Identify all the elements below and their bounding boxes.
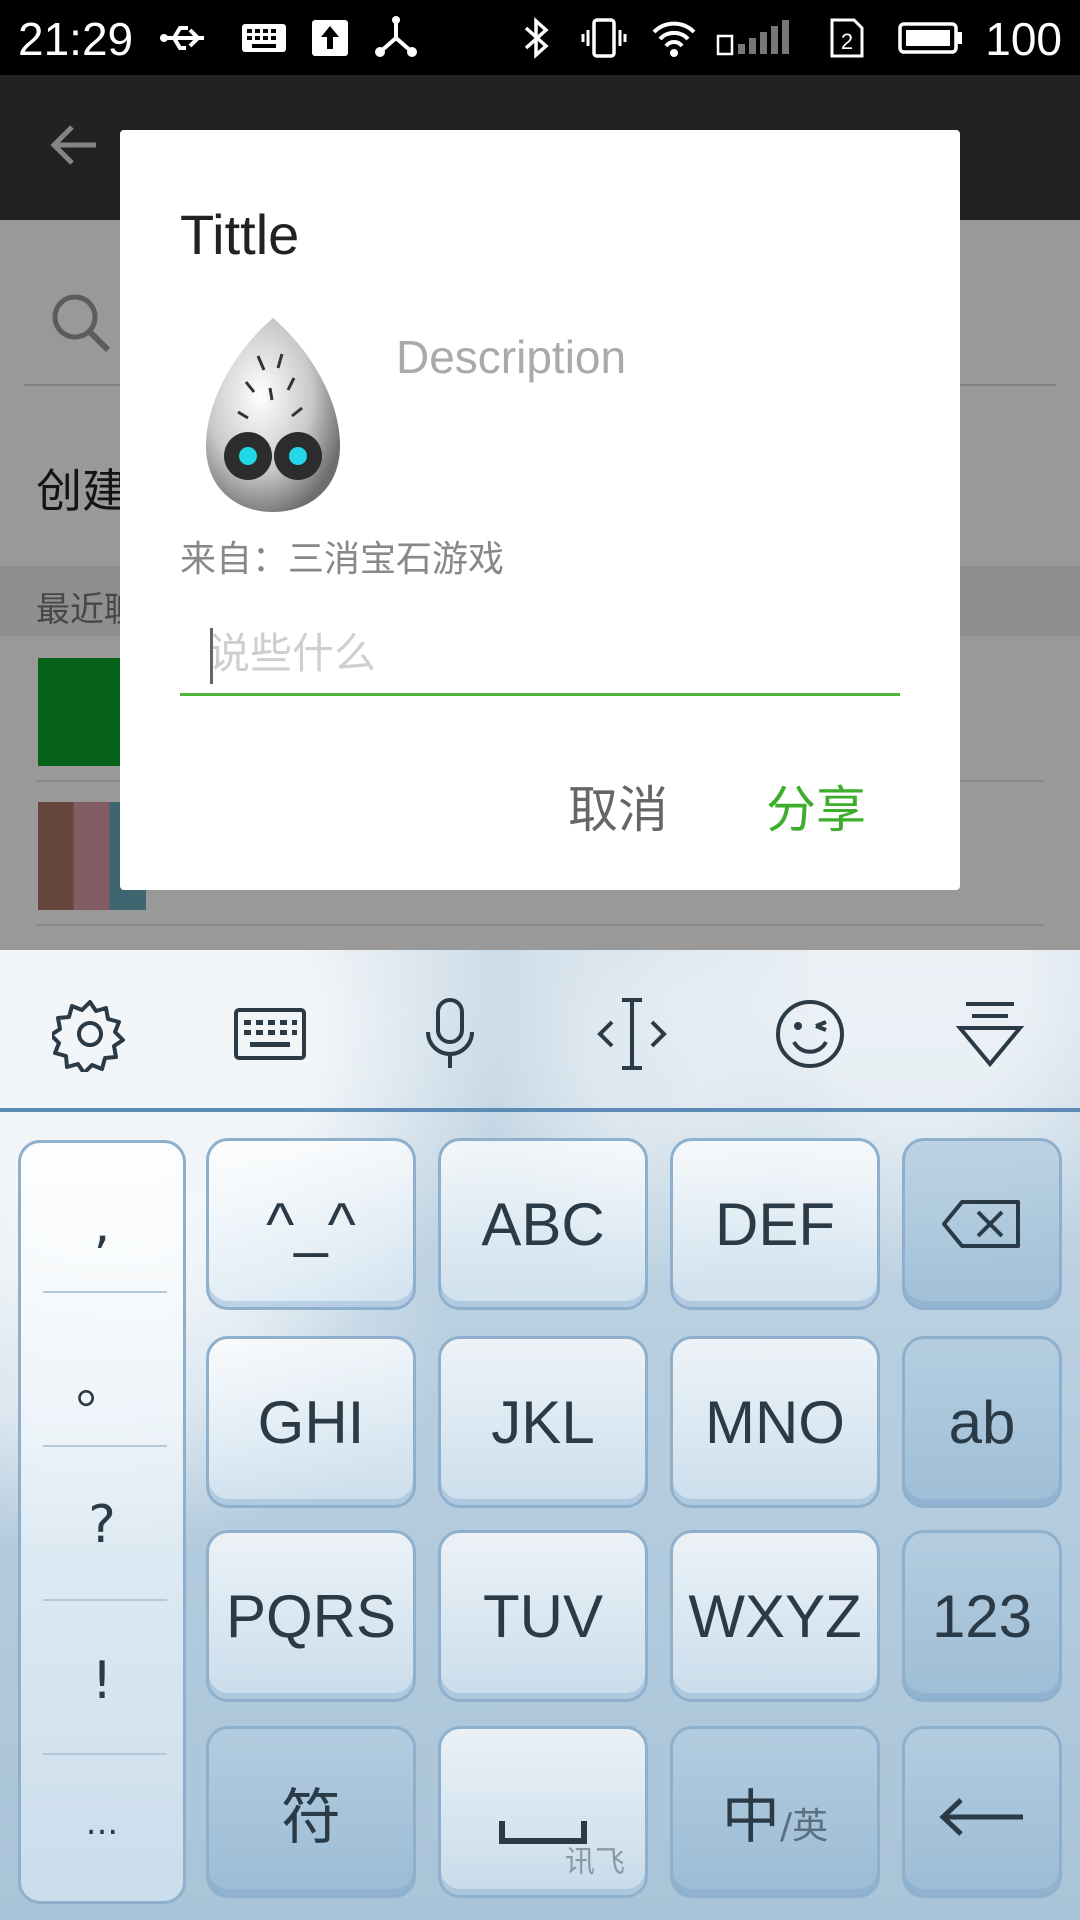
- dialog-description: Description: [396, 331, 627, 383]
- key-ab[interactable]: ab: [902, 1336, 1062, 1508]
- symbol-exclaim[interactable]: !: [21, 1651, 183, 1711]
- share-icon: [372, 14, 420, 62]
- space-key[interactable]: 讯飞: [438, 1726, 648, 1898]
- lang-chinese-label: 中: [721, 1783, 780, 1851]
- comment-input[interactable]: [180, 614, 900, 696]
- lang-english-label: /英: [779, 1806, 829, 1847]
- app-logo-icon: [198, 316, 348, 516]
- key-jkl[interactable]: JKL: [438, 1336, 648, 1508]
- key-mno[interactable]: MNO: [670, 1336, 880, 1508]
- enter-key[interactable]: [902, 1726, 1062, 1898]
- keyboard-toolbar: [0, 950, 1080, 1112]
- key-tuv[interactable]: TUV: [438, 1530, 648, 1702]
- battery-icon: [898, 14, 964, 62]
- symbol-question[interactable]: ?: [21, 1495, 183, 1555]
- dialog-title: Tittle: [180, 203, 300, 266]
- settings-icon[interactable]: [49, 996, 128, 1075]
- cursor-move-icon[interactable]: [594, 996, 670, 1072]
- symbol-divider: [43, 1445, 167, 1447]
- key-abc[interactable]: ABC: [438, 1138, 648, 1310]
- symbol-divider: [43, 1291, 167, 1293]
- toolbar-divider: [0, 1108, 1080, 1112]
- space-brand-label: 讯飞: [565, 1845, 625, 1880]
- share-button[interactable]: 分享: [766, 770, 866, 842]
- battery-level: 100: [985, 13, 1062, 65]
- svg-text:2: 2: [841, 29, 853, 54]
- symbol-divider: [43, 1753, 167, 1755]
- hide-keyboard-icon[interactable]: [952, 996, 1028, 1072]
- cancel-button[interactable]: 取消: [568, 770, 668, 842]
- key-wxyz[interactable]: WXYZ: [670, 1530, 880, 1702]
- source-app-label: 来自：三消宝石游戏: [180, 539, 505, 580]
- enter-arrow-icon: [937, 1787, 1027, 1837]
- keyboard-icon: [240, 14, 288, 62]
- status-time: 21:29: [18, 13, 134, 65]
- symbol-ellipsis[interactable]: ...: [21, 1803, 183, 1843]
- text-caret: [210, 628, 213, 684]
- backspace-icon: [940, 1196, 1024, 1252]
- bluetooth-icon: [512, 14, 560, 62]
- key-emoticon[interactable]: ^_^: [206, 1138, 416, 1310]
- space-bar-icon: [498, 1792, 588, 1844]
- key-symbols[interactable]: 符: [206, 1726, 416, 1898]
- key-ghi[interactable]: GHI: [206, 1336, 416, 1508]
- keyboard-switch-icon[interactable]: [232, 996, 308, 1072]
- symbol-period[interactable]: 。: [21, 1343, 183, 1418]
- microphone-icon[interactable]: [412, 996, 488, 1072]
- status-bar: 21:29 2 100: [0, 0, 1080, 75]
- symbol-divider: [43, 1599, 167, 1601]
- key-123[interactable]: 123: [902, 1530, 1062, 1702]
- symbol-column[interactable]: , 。 ? ! ...: [18, 1140, 186, 1904]
- usb-icon: [160, 14, 208, 62]
- key-pqrs[interactable]: PQRS: [206, 1530, 416, 1702]
- language-switch-key[interactable]: 中 /英: [670, 1726, 880, 1898]
- signal-icon: [716, 14, 798, 62]
- key-def[interactable]: DEF: [670, 1138, 880, 1310]
- vibrate-icon: [580, 14, 628, 62]
- emoji-icon[interactable]: [772, 996, 848, 1072]
- upload-icon: [306, 14, 354, 62]
- share-dialog: Tittle Description 来自：三消宝石游戏 取消 分享: [120, 130, 960, 890]
- symbol-comma[interactable]: ,: [21, 1195, 183, 1255]
- backspace-key[interactable]: [902, 1138, 1062, 1310]
- sim2-icon: 2: [822, 14, 870, 62]
- wifi-icon: [650, 14, 698, 62]
